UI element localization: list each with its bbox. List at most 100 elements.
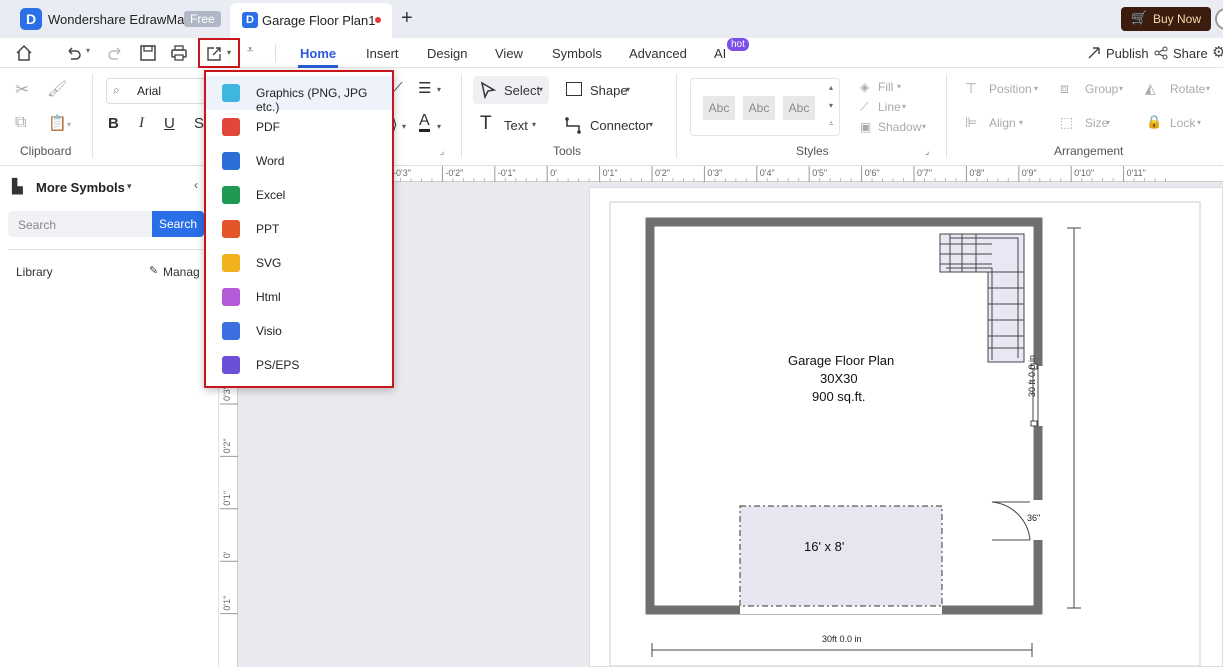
align-icon[interactable]: ⊫	[965, 114, 977, 131]
garage-floor-plan-drawing[interactable]	[590, 188, 1222, 666]
export-menu-item-excel[interactable]: Excel	[206, 178, 392, 212]
style-sample[interactable]: Abc	[783, 96, 815, 120]
shape-tool-button[interactable]: Shape ▾	[564, 76, 644, 104]
home-icon[interactable]	[15, 44, 33, 62]
more-symbols-title[interactable]: More Symbols	[36, 180, 125, 195]
line-icon[interactable]: ⟋	[860, 100, 868, 115]
font-settings-launcher-icon[interactable]: ⌟	[440, 146, 444, 157]
avatar[interactable]	[1215, 8, 1223, 30]
more-quick-access-icon[interactable]: ⩡	[247, 44, 253, 57]
document-tab[interactable]: D Garage Floor Plan1	[230, 3, 392, 38]
line-dropdown-icon[interactable]: ▾	[902, 102, 906, 111]
group-icon[interactable]: ⧈	[1060, 80, 1069, 97]
print-icon[interactable]	[170, 44, 188, 62]
group-label[interactable]: Group	[1085, 82, 1118, 96]
fill-icon[interactable]: ◈	[860, 80, 869, 94]
manage-edit-icon[interactable]: ✎	[149, 264, 158, 277]
strikethrough-icon[interactable]: S	[194, 115, 204, 132]
align-text-icon[interactable]: ☰	[418, 79, 431, 97]
size-dropdown-icon[interactable]: ▾	[1106, 118, 1110, 127]
italic-icon[interactable]: I	[139, 115, 144, 132]
undo-icon[interactable]	[64, 44, 82, 62]
font-search-field[interactable]: ⌕ Arial	[106, 78, 206, 104]
export-menu-item-ppt[interactable]: PPT	[206, 212, 392, 246]
cut-icon[interactable]: ✂	[15, 80, 29, 100]
rotate-label[interactable]: Rotate	[1170, 82, 1205, 96]
symbol-search-input[interactable]: Search	[8, 211, 152, 237]
shadow-icon[interactable]: ▣	[860, 120, 871, 134]
share-button[interactable]: Share	[1173, 46, 1208, 61]
line-label[interactable]: Line	[878, 100, 901, 114]
tab-advanced[interactable]: Advanced	[629, 46, 687, 61]
fill-dropdown-icon[interactable]: ▾	[897, 82, 901, 91]
style-sample[interactable]: Abc	[703, 96, 735, 120]
export-button[interactable]: ▾	[198, 38, 240, 68]
export-menu-item-html[interactable]: Html	[206, 280, 392, 314]
select-tool-button[interactable]: Select ▾	[473, 76, 549, 104]
tab-design[interactable]: Design	[427, 46, 467, 61]
more-symbols-dropdown-icon[interactable]: ▾	[127, 181, 132, 192]
redo-icon[interactable]	[107, 44, 125, 62]
car-space-label[interactable]: 16' x 8'	[804, 539, 844, 554]
undo-dropdown-icon[interactable]: ▾	[86, 46, 90, 55]
fill-label[interactable]: Fill	[878, 80, 893, 94]
size-label[interactable]: Size	[1085, 116, 1108, 130]
floor-plan-area[interactable]: 900 sq.ft.	[812, 389, 865, 404]
export-menu-item-svg[interactable]: SVG	[206, 246, 392, 280]
lock-dropdown-icon[interactable]: ▾	[1197, 118, 1201, 127]
size-icon[interactable]: ⬚	[1060, 114, 1073, 131]
format-painter-icon[interactable]: 🖌	[47, 79, 67, 99]
export-menu-item-graphics-png-jpg-etc[interactable]: Graphics (PNG, JPG etc.)	[206, 76, 392, 114]
export-menu-item-ps-eps[interactable]: PS/EPS	[206, 348, 392, 382]
underline-icon[interactable]: U	[164, 115, 175, 132]
floor-plan-title[interactable]: Garage Floor Plan	[788, 353, 894, 368]
shadow-dropdown-icon[interactable]: ▾	[922, 122, 926, 131]
settings-gear-icon[interactable]: ⚙	[1212, 43, 1223, 61]
paste-icon[interactable]: 📋	[48, 114, 67, 132]
position-label[interactable]: Position	[989, 82, 1032, 96]
buy-now-button[interactable]: 🛒 Buy Now	[1121, 7, 1211, 31]
styles-launcher-icon[interactable]: ⌟	[925, 146, 929, 157]
bold-icon[interactable]: B	[108, 115, 119, 132]
publish-button[interactable]: Publish	[1106, 46, 1149, 61]
style-expand-icon[interactable]: ⩡	[829, 119, 834, 129]
drawing-page[interactable]: Garage Floor Plan 30X30 900 sq.ft. 16' x…	[589, 187, 1223, 667]
group-dropdown-icon[interactable]: ▾	[1119, 84, 1123, 93]
floor-plan-dimensions[interactable]: 30X30	[820, 371, 858, 386]
position-dropdown-icon[interactable]: ▾	[1034, 84, 1038, 93]
export-menu-item-word[interactable]: Word	[206, 144, 392, 178]
tab-view[interactable]: View	[495, 46, 523, 61]
stairs[interactable]	[939, 233, 1025, 363]
text-tool-button[interactable]: T Text ▾	[477, 112, 547, 140]
tab-ai[interactable]: AI	[714, 46, 726, 61]
symbol-search-button[interactable]: Search	[152, 211, 204, 237]
position-icon[interactable]: ⊤	[965, 80, 977, 97]
lock-icon[interactable]: 🔒	[1146, 114, 1162, 130]
collapse-panel-icon[interactable]: ‹	[194, 178, 198, 192]
style-sample[interactable]: Abc	[743, 96, 775, 120]
align-dropdown-icon[interactable]: ▾	[1019, 118, 1023, 127]
save-icon[interactable]	[139, 44, 157, 62]
connector-tool-button[interactable]: Connector ▾	[562, 112, 662, 140]
export-menu-item-pdf[interactable]: PDF	[206, 110, 392, 144]
tab-home[interactable]: Home	[300, 46, 336, 61]
copy-icon[interactable]: ⧉	[15, 114, 26, 132]
manage-library-button[interactable]: Manag	[163, 265, 200, 279]
style-scroll-down-icon[interactable]: ▾	[829, 101, 833, 110]
tab-symbols[interactable]: Symbols	[552, 46, 602, 61]
align-label[interactable]: Align	[989, 116, 1016, 130]
text-fill-dropdown-icon[interactable]: ▾	[402, 122, 406, 131]
font-color-dropdown-icon[interactable]: ▾	[437, 122, 441, 131]
lock-label[interactable]: Lock	[1170, 116, 1195, 130]
export-menu-item-visio[interactable]: Visio	[206, 314, 392, 348]
style-scroll-up-icon[interactable]: ▴	[829, 83, 833, 92]
h-ruler-label: 0'3"	[707, 168, 722, 178]
font-color-icon[interactable]: A	[419, 113, 430, 132]
align-dropdown-icon[interactable]: ▾	[437, 85, 441, 94]
shadow-label[interactable]: Shadow	[878, 120, 921, 134]
rotate-dropdown-icon[interactable]: ▾	[1206, 84, 1210, 93]
paste-dropdown-icon[interactable]: ▾	[67, 120, 71, 129]
new-tab-button[interactable]: +	[401, 7, 413, 30]
rotate-icon[interactable]: ◭	[1145, 80, 1156, 97]
tab-insert[interactable]: Insert	[366, 46, 399, 61]
